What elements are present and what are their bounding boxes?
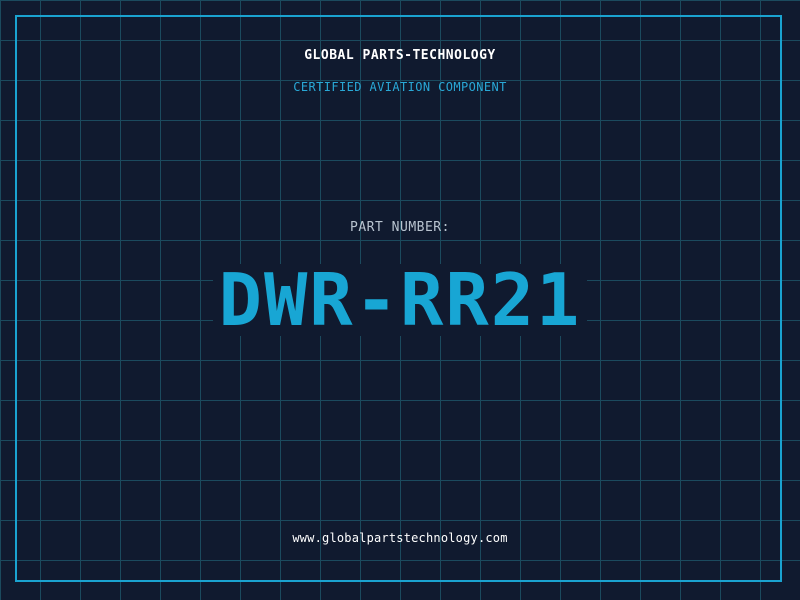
website-url: www.globalpartstechnology.com <box>292 531 508 545</box>
part-label-canvas: GLOBAL PARTS-TECHNOLOGY CERTIFIED AVIATI… <box>0 0 800 600</box>
part-number-label: PART NUMBER: <box>350 220 450 235</box>
certification-tagline: CERTIFIED AVIATION COMPONENT <box>293 80 507 94</box>
company-name: GLOBAL PARTS-TECHNOLOGY <box>304 48 496 63</box>
part-number-container: DWR-RR21 <box>0 255 800 345</box>
part-number-value: DWR-RR21 <box>212 264 588 336</box>
